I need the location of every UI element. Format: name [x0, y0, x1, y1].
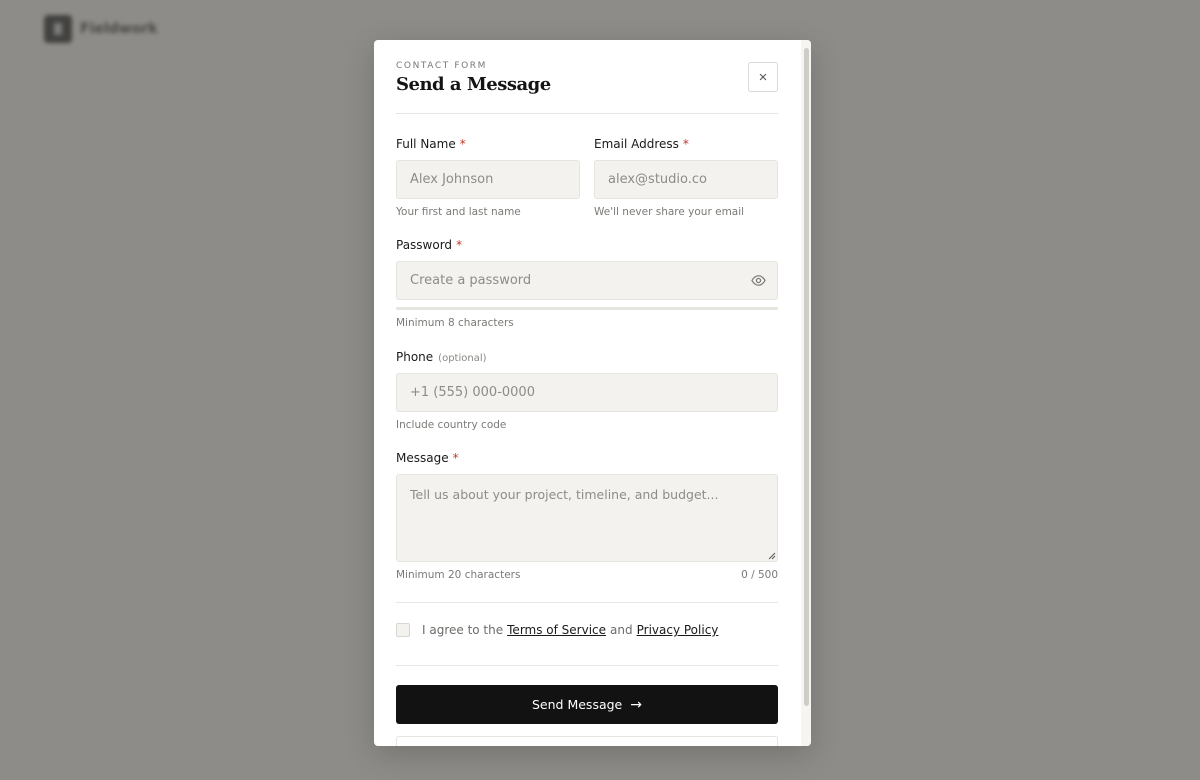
phone-group: Phone(optional) Include country code: [396, 350, 778, 431]
send-message-label: Send Message: [532, 697, 623, 712]
agree-prefix: I agree to the: [422, 623, 504, 637]
email-group: Email Address* We'll never share your em…: [594, 137, 778, 218]
message-help-row: Minimum 20 characters 0 / 500: [396, 569, 778, 581]
agree-checkbox[interactable]: [396, 623, 410, 637]
character-counter: 0 / 500: [741, 569, 778, 581]
message-group: Message* Minimum 20 characters 0 / 500: [396, 451, 778, 581]
full-name-group: Full Name* Your first and last name: [396, 137, 580, 218]
close-icon: ×: [758, 68, 768, 86]
arrow-right-icon: →: [630, 696, 642, 713]
modal-content: CONTACT FORM Send a Message × Full Name *…: [396, 40, 778, 746]
agree-joiner: and: [610, 623, 633, 637]
optional-tag: (optional): [438, 353, 487, 364]
phone-label: Phone (optional): [396, 350, 487, 364]
password-input[interactable]: [396, 261, 778, 300]
background-brand: Fieldwork: [44, 15, 157, 43]
message-textarea[interactable]: [396, 474, 778, 562]
divider: [396, 602, 778, 603]
modal-eyebrow: CONTACT FORM: [396, 61, 488, 71]
password-label: Password *: [396, 238, 463, 252]
secondary-panel: [396, 736, 778, 746]
full-name-label: Full Name *: [396, 137, 466, 151]
terms-link[interactable]: Terms of Service: [507, 623, 606, 637]
resize-grip-icon[interactable]: [768, 552, 776, 560]
eye-icon[interactable]: [751, 273, 766, 288]
contact-modal: CONTACT FORM Send a Message × Full Name *…: [374, 40, 811, 746]
email-help: We'll never share your email: [594, 206, 745, 218]
close-button[interactable]: ×: [748, 62, 778, 92]
divider: [396, 665, 778, 666]
background-nav-link: [606, 22, 686, 34]
email-label: Email Address *: [594, 137, 689, 151]
phone-help: Include country code: [396, 419, 507, 431]
privacy-link[interactable]: Privacy Policy: [637, 623, 719, 637]
modal-scrollbar[interactable]: [801, 40, 811, 746]
brand-name: Fieldwork: [80, 21, 158, 37]
required-mark: *: [456, 238, 463, 252]
phone-input[interactable]: [396, 373, 778, 412]
password-strength-bar: [396, 307, 778, 310]
scrollbar-thumb[interactable]: [804, 48, 809, 706]
send-message-button[interactable]: Send Message →: [396, 685, 778, 724]
message-help: Minimum 20 characters: [396, 569, 521, 581]
message-wrapper: [396, 474, 778, 562]
required-mark: *: [452, 451, 459, 465]
full-name-help: Your first and last name: [396, 206, 521, 218]
brand-logo-icon: [44, 15, 72, 43]
full-name-input[interactable]: [396, 160, 580, 199]
password-wrapper: [396, 261, 778, 300]
modal-header: CONTACT FORM Send a Message ×: [396, 40, 778, 114]
password-help: Minimum 8 characters: [396, 317, 514, 329]
message-label: Message *: [396, 451, 459, 465]
modal-title: Send a Message: [396, 74, 551, 95]
email-input[interactable]: [594, 160, 778, 199]
password-group: Password * Minimum 8 characters: [396, 238, 778, 329]
required-mark: *: [682, 137, 689, 151]
required-mark: *: [459, 137, 466, 151]
agree-row: I agree to the Terms of Service and Priv…: [396, 623, 718, 637]
